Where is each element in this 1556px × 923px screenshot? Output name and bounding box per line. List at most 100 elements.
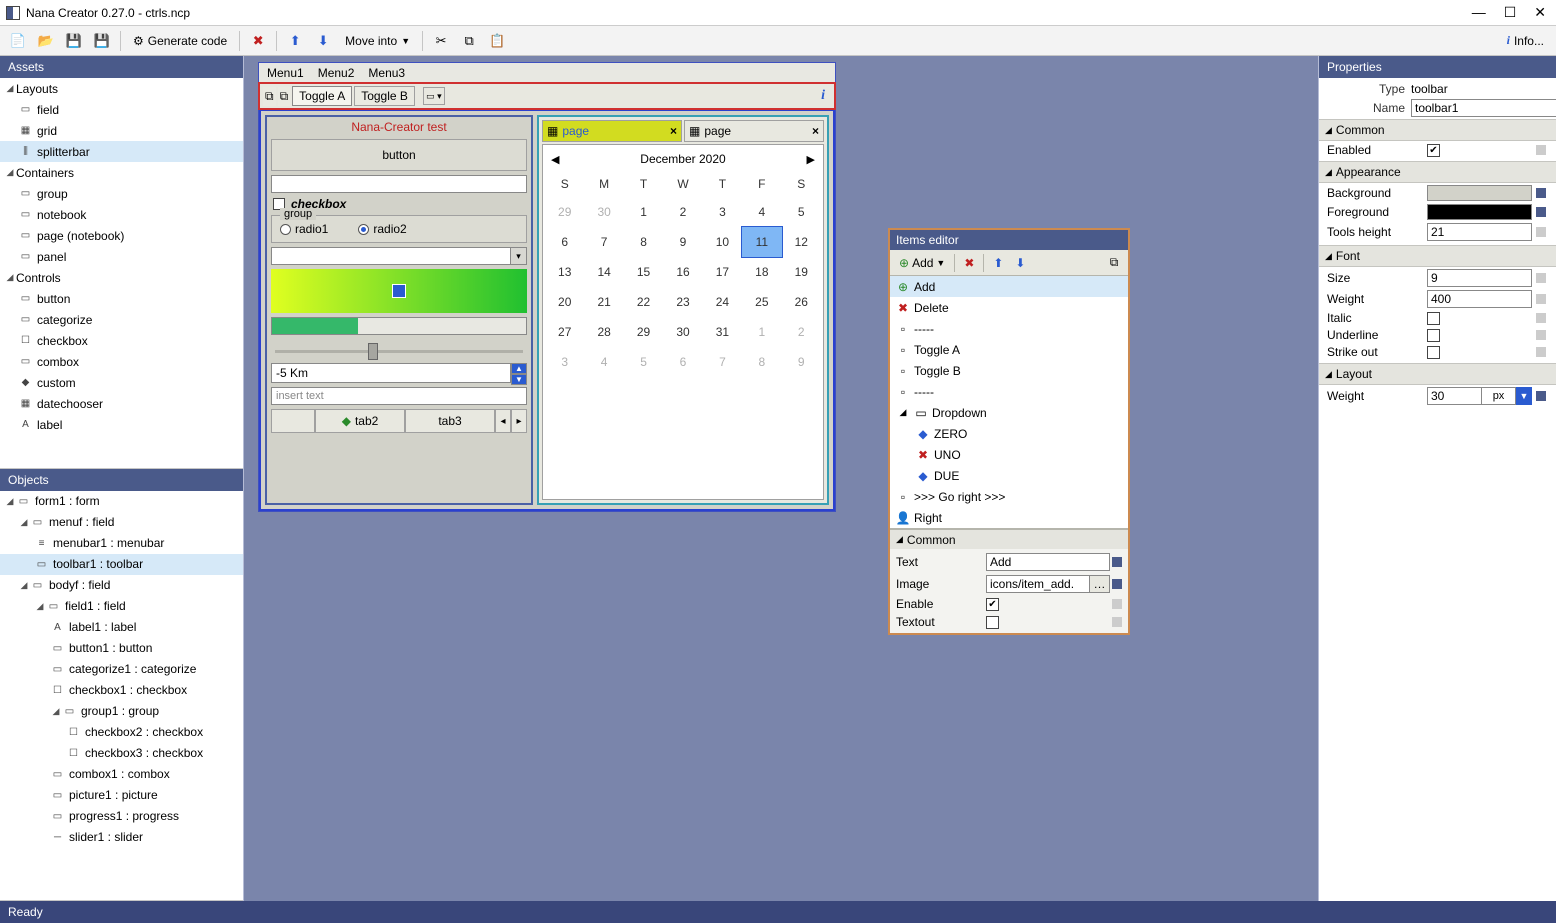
cal-day[interactable]: 29	[624, 317, 663, 347]
obj-slider1[interactable]: slider1 : slider	[69, 830, 143, 844]
design-categorize[interactable]	[271, 175, 527, 193]
cal-day[interactable]: 26	[782, 287, 821, 317]
prop-marker[interactable]	[1536, 207, 1546, 217]
prop-marker[interactable]	[1536, 273, 1546, 283]
cal-day[interactable]: 2	[782, 317, 821, 347]
section-font[interactable]: ◢Font	[1319, 245, 1556, 267]
prop-background-swatch[interactable]	[1427, 185, 1532, 201]
move-down-icon[interactable]: ⬇	[311, 29, 335, 53]
prop-enable-checkbox[interactable]: ✔	[986, 598, 999, 611]
spin-down-icon[interactable]: ▼	[511, 374, 527, 385]
obj-checkbox2[interactable]: checkbox2 : checkbox	[85, 725, 203, 739]
item-row[interactable]: ▫Toggle A	[890, 339, 1128, 360]
item-row[interactable]: ▫-----	[890, 318, 1128, 339]
cal-day[interactable]: 24	[703, 287, 742, 317]
obj-menuf[interactable]: menuf : field	[49, 515, 114, 529]
prop-enabled-checkbox[interactable]: ✔	[1427, 144, 1440, 157]
prop-marker[interactable]	[1112, 617, 1122, 627]
asset-categorize[interactable]: categorize	[37, 313, 92, 327]
browse-button[interactable]: …	[1090, 575, 1110, 593]
obj-categorize1[interactable]: categorize1 : categorize	[69, 662, 196, 676]
items-add-button[interactable]: ⊕Add▼	[894, 253, 950, 273]
prop-underline-checkbox[interactable]	[1427, 329, 1440, 342]
cal-day[interactable]: 22	[624, 287, 663, 317]
tab-next-icon[interactable]: ▸	[511, 409, 527, 433]
cal-day[interactable]: 20	[545, 287, 584, 317]
toolbar-dropdown[interactable]: ▭ ▾	[423, 87, 445, 105]
generate-code-button[interactable]: ⚙ Generate code	[127, 29, 233, 53]
prop-marker[interactable]	[1536, 313, 1546, 323]
maximize-button[interactable]: ☐	[1504, 4, 1517, 21]
chevron-down-icon[interactable]: ▼	[1516, 387, 1532, 405]
cal-day[interactable]: 14	[584, 257, 623, 287]
obj-button1[interactable]: button1 : button	[69, 641, 152, 655]
prop-text-input[interactable]	[986, 553, 1110, 571]
items-delete-icon[interactable]: ✖	[959, 253, 979, 273]
cal-day[interactable]: 28	[584, 317, 623, 347]
calendar[interactable]: ◀ December 2020 ▶ SMTWTFS293012345678910…	[542, 144, 824, 500]
section-appearance[interactable]: ◢Appearance	[1319, 161, 1556, 183]
obj-group1[interactable]: group1 : group	[81, 704, 159, 718]
design-window[interactable]: Menu1 Menu2 Menu3 ⧉ ⧉ Toggle A Toggle B …	[258, 62, 836, 512]
cal-day[interactable]: 1	[624, 197, 663, 227]
obj-toolbar1[interactable]: toolbar1 : toolbar	[53, 557, 143, 571]
prop-marker[interactable]	[1112, 557, 1122, 567]
prop-marker[interactable]	[1536, 294, 1546, 304]
prop-weight-input[interactable]	[1427, 290, 1532, 308]
toolbar-toggle-a[interactable]: Toggle A	[292, 86, 352, 106]
cal-day[interactable]: 1	[742, 317, 781, 347]
prop-foreground-swatch[interactable]	[1427, 204, 1532, 220]
minimize-button[interactable]: ―	[1472, 4, 1486, 21]
obj-field1[interactable]: field1 : field	[65, 599, 126, 613]
items-common-header[interactable]: ◢Common	[890, 529, 1128, 549]
asset-panel[interactable]: panel	[37, 250, 66, 264]
toolbar-info-icon[interactable]: i	[821, 88, 831, 104]
assets-tree[interactable]: ◢Layouts ▭field ▦grid ⫼splitterbar ◢Cont…	[0, 78, 243, 469]
asset-splitterbar[interactable]: splitterbar	[37, 145, 90, 159]
item-row[interactable]: ◆ZERO	[890, 423, 1128, 444]
design-radio2[interactable]: radio2	[358, 222, 406, 236]
new-icon[interactable]: 📄	[6, 29, 30, 53]
menu-menu3[interactable]: Menu3	[368, 66, 405, 80]
cal-day[interactable]: 18	[742, 257, 781, 287]
tab-blank[interactable]	[271, 409, 315, 433]
obj-menubar1[interactable]: menubar1 : menubar	[53, 536, 164, 550]
close-icon[interactable]: ×	[670, 124, 677, 138]
obj-form1[interactable]: form1 : form	[35, 494, 100, 508]
design-canvas[interactable]: Menu1 Menu2 Menu3 ⧉ ⧉ Toggle A Toggle B …	[244, 56, 1318, 901]
asset-custom[interactable]: custom	[37, 376, 76, 390]
toolbar-toggle-b[interactable]: Toggle B	[354, 86, 415, 106]
assets-cat-controls[interactable]: Controls	[16, 271, 61, 285]
delete-icon[interactable]: ✖	[246, 29, 270, 53]
prop-name-input[interactable]	[1411, 99, 1556, 117]
prop-image-input[interactable]	[986, 575, 1090, 593]
item-row[interactable]: ▫>>> Go right >>>	[890, 486, 1128, 507]
cal-month[interactable]: December 2020	[640, 152, 725, 166]
open-icon[interactable]: 📂	[34, 29, 58, 53]
asset-label[interactable]: label	[37, 418, 62, 432]
items-moveinto-icon[interactable]: ⧉	[1104, 253, 1124, 273]
prop-marker[interactable]	[1536, 347, 1546, 357]
cal-day[interactable]: 17	[703, 257, 742, 287]
asset-combox[interactable]: combox	[37, 355, 79, 369]
asset-checkbox[interactable]: checkbox	[37, 334, 88, 348]
cal-day[interactable]: 21	[584, 287, 623, 317]
item-row[interactable]: ◆DUE	[890, 465, 1128, 486]
item-row[interactable]: ▫-----	[890, 381, 1128, 402]
items-up-icon[interactable]: ⬆	[988, 253, 1008, 273]
asset-field[interactable]: field	[37, 103, 59, 117]
prop-size-input[interactable]	[1427, 269, 1532, 287]
cal-next-icon[interactable]: ▶	[807, 153, 815, 166]
item-row[interactable]: ◢▭Dropdown	[890, 402, 1128, 423]
obj-combox1[interactable]: combox1 : combox	[69, 767, 170, 781]
obj-progress1[interactable]: progress1 : progress	[69, 809, 179, 823]
cal-day[interactable]: 4	[742, 197, 781, 227]
cal-day[interactable]: 29	[545, 197, 584, 227]
close-icon[interactable]: ×	[812, 124, 819, 138]
prop-marker[interactable]	[1112, 599, 1122, 609]
design-menubar[interactable]: Menu1 Menu2 Menu3	[259, 63, 835, 83]
item-row[interactable]: ✖Delete	[890, 297, 1128, 318]
prop-marker[interactable]	[1536, 330, 1546, 340]
cal-day[interactable]: 11	[742, 227, 781, 257]
cal-day[interactable]: 9	[663, 227, 702, 257]
